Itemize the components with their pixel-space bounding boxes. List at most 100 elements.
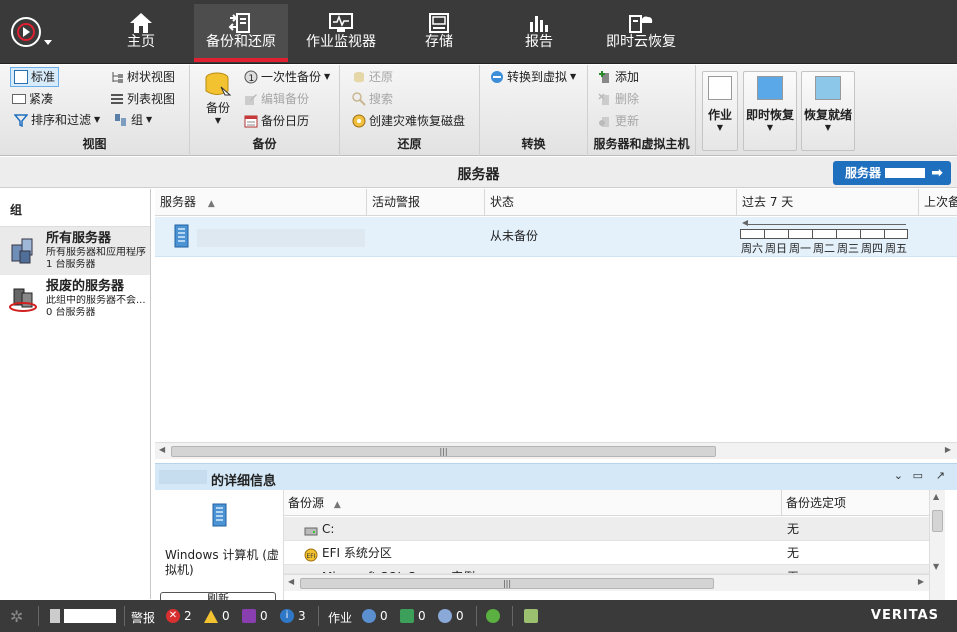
day-cell (884, 229, 908, 239)
group-menu-button[interactable]: 组 ▼ (114, 110, 152, 130)
tree-view-button[interactable]: 树状视图 (110, 67, 175, 87)
app-menu-button[interactable] (8, 14, 52, 52)
active-jobs-count[interactable]: 0 (362, 609, 388, 623)
maximize-icon[interactable]: ▭ (913, 469, 923, 482)
details-panel: 的详细信息 ⌄ ▭ ↗ Windows 计算机 (虚拟机) 刷新 备份源 ▲ 备… (155, 463, 957, 604)
day-label: 周日 (765, 242, 787, 255)
tab-storage[interactable]: 存储 (400, 4, 478, 62)
column-header-active-alerts[interactable]: 活动警报 (367, 189, 485, 216)
group-item-retired-servers[interactable]: 报废的服务器 此组中的服务器不会... 0 台服务器 (0, 275, 150, 323)
cloud-recovery-icon (600, 4, 682, 34)
instant-recovery-button[interactable]: 即时恢复 ▼ (743, 71, 797, 151)
scheduled-jobs-icon (400, 609, 414, 623)
scrollbar-thumb[interactable]: ||| (171, 446, 716, 457)
column-header-last-backup[interactable]: 上次备 (919, 189, 957, 216)
redacted-server-name (64, 609, 116, 623)
table-row[interactable]: Microsoft SQL Server 实例 无 (284, 565, 930, 574)
warning-alerts-count[interactable]: 0 (204, 609, 230, 623)
create-disaster-recovery-disk-button[interactable]: 创建灾难恢复磁盘 (352, 111, 465, 131)
redacted-server-name (885, 168, 925, 178)
restore-icon (352, 70, 366, 84)
services-status-item[interactable] (486, 609, 504, 623)
backup-database-icon (204, 71, 232, 99)
column-header-backup-selection[interactable]: 备份选定项 (782, 490, 930, 516)
day-label: 周六 (741, 242, 763, 255)
server-row[interactable]: 从未备份 周六 周日 周一 周二 周三 周四 周五 (155, 217, 957, 257)
add-server-icon (598, 70, 612, 84)
details-horizontal-scrollbar[interactable]: ◀ ||| ▶ (284, 574, 930, 591)
search-button[interactable]: 搜索 (352, 89, 393, 109)
convert-virtual-icon (490, 70, 504, 84)
scrollbar-thumb[interactable] (932, 510, 943, 532)
backup-button[interactable]: 备份 ▼ (198, 69, 238, 131)
recovery-ready-button[interactable]: 恢复就绪 ▼ (801, 71, 855, 151)
column-header-status[interactable]: 状态 (485, 189, 737, 216)
info-alerts-count[interactable]: i 3 (280, 609, 306, 623)
backup-calendar-button[interactable]: 备份日历 (244, 111, 309, 131)
edit-backup-button[interactable]: 编辑备份 (244, 89, 309, 109)
convert-to-virtual-button[interactable]: 转换到虚拟 ▼ (490, 67, 576, 87)
table-row[interactable]: EFI EFI 系统分区 无 (284, 541, 930, 565)
column-header-backup-source[interactable]: 备份源 ▲ (284, 490, 782, 516)
day-cell (740, 229, 764, 239)
sort-filter-button[interactable]: 排序和过滤 ▼ (13, 110, 100, 130)
scheduled-jobs-count[interactable]: 0 (400, 609, 426, 623)
queued-jobs-count[interactable]: 0 (438, 609, 464, 623)
page-title: 服务器 (457, 167, 500, 183)
view-standard-button[interactable]: 标准 (10, 67, 60, 87)
ribbon-group-title: 视图 (82, 137, 107, 151)
collapse-icon[interactable]: ⌄ (894, 469, 903, 482)
chevron-down-icon: ▼ (214, 116, 222, 125)
day-label: 周三 (837, 242, 859, 255)
restore-button[interactable]: 还原 (352, 67, 393, 87)
chevron-down-icon: ▼ (824, 123, 832, 132)
scrollbar-thumb[interactable]: ||| (300, 578, 714, 589)
redacted-server-name (197, 229, 365, 247)
list-view-button[interactable]: 列表视图 (110, 89, 175, 109)
backup-selection-value: 无 (787, 565, 799, 573)
tab-instant-cloud-recovery[interactable]: 即时云恢复 (600, 4, 682, 62)
attention-alerts-count[interactable]: 0 (242, 609, 268, 623)
backup-status: 从未备份 (490, 229, 539, 243)
list-view-icon (110, 92, 124, 106)
groups-header: 组 (0, 189, 150, 227)
update-server-button[interactable]: 更新 (598, 111, 639, 131)
tab-reports[interactable]: 报告 (500, 4, 578, 62)
add-server-button[interactable]: 添加 (598, 67, 639, 87)
instant-recovery-icon (757, 76, 783, 100)
tab-backup-restore[interactable]: 备份和还原 (194, 4, 288, 62)
column-header-last-7-days[interactable]: 过去 7 天 (737, 189, 919, 216)
last-7-days-timeline: 周六 周日 周一 周二 周三 周四 周五 (740, 220, 912, 256)
delete-server-button[interactable]: 删除 (598, 89, 639, 109)
backup-selection-value: 无 (787, 546, 800, 560)
pop-out-icon[interactable]: ↗ (936, 469, 945, 482)
jobs-button[interactable]: 作业 ▼ (702, 71, 738, 151)
server-status-item[interactable] (50, 609, 116, 623)
timeline-day-labels: 周六 周日 周一 周二 周三 周四 周五 (740, 240, 908, 256)
scroll-up-icon: ▲ (933, 492, 940, 501)
timeline-arrow (746, 224, 906, 225)
details-vertical-scrollbar[interactable]: ▲ ▼ (929, 490, 945, 600)
connection-status-item[interactable] (524, 609, 542, 623)
chevron-down-icon: ▼ (324, 72, 331, 81)
group-item-all-servers[interactable]: 所有服务器 所有服务器和应用程序 1 台服务器 (0, 227, 150, 275)
day-cell (788, 229, 812, 239)
server-list-horizontal-scrollbar[interactable]: ◀ ||| ▶ (155, 442, 957, 459)
chevron-down-icon: ▼ (716, 123, 724, 132)
server-navigation-button[interactable]: 服务器 ➡ (833, 161, 951, 185)
chevron-down-icon (44, 40, 52, 45)
view-compact-button[interactable]: 紧凑 (12, 89, 53, 109)
ribbon-group-view: 标准 紧凑 排序和过滤 ▼ 树状视图 列表视图 组 ▼ 视图 (0, 65, 190, 156)
details-machine-summary: Windows 计算机 (虚拟机) 刷新 (155, 490, 283, 604)
tab-job-monitor[interactable]: 作业监视器 (300, 4, 382, 62)
one-time-backup-button[interactable]: 1 一次性备份 ▼ (244, 67, 330, 87)
ribbon-group-title: 备份 (252, 137, 277, 151)
table-row[interactable]: C: 无 (284, 517, 930, 541)
server-list: 服务器 ▲ 活动警报 状态 过去 7 天 上次备 从未备份 周六 周日 周一 周… (155, 189, 957, 459)
error-alerts-count[interactable]: ✕ 2 (166, 609, 192, 623)
filter-icon (13, 113, 29, 128)
backup-restore-icon (194, 4, 288, 34)
server-icon (50, 609, 60, 623)
column-header-server[interactable]: 服务器 ▲ (155, 189, 367, 216)
tab-home[interactable]: 主页 (100, 4, 182, 62)
